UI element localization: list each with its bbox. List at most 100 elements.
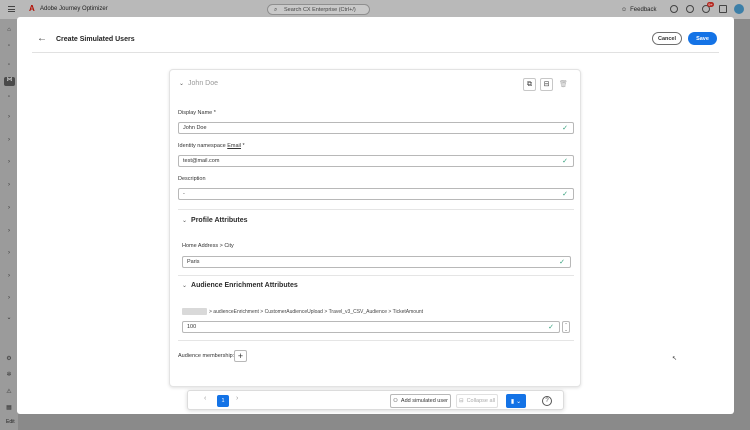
add-simulated-user-button[interactable]: ⚇ Add simulated user bbox=[390, 394, 451, 408]
cancel-button[interactable]: Cancel bbox=[652, 32, 682, 45]
chevron-right-icon[interactable]: › bbox=[6, 114, 12, 120]
nav-icon[interactable]: ▫ bbox=[6, 94, 12, 100]
notification-badge: 9+ bbox=[707, 2, 714, 7]
audience-attribute-path: > audienceEnrichment > CustomerAudienceU… bbox=[182, 308, 423, 315]
audience-enrichment-title: Audience Enrichment Attributes bbox=[191, 282, 298, 289]
delete-icon[interactable]: 🗑 bbox=[557, 78, 570, 91]
bottom-toolbar: ‹ 1 › ⚇ Add simulated user ⊟ Collapse al… bbox=[187, 390, 564, 410]
next-page-icon[interactable]: › bbox=[236, 395, 238, 402]
required-mark: * bbox=[242, 143, 245, 149]
nav-icon[interactable]: ▫ bbox=[6, 62, 12, 68]
chevron-right-icon[interactable]: › bbox=[6, 137, 12, 143]
simulated-user-card: ⌄ John Doe ⧉ ⊟ 🗑 Display Name * John Doe… bbox=[169, 69, 581, 387]
copy-settings-icon[interactable]: ⊟ bbox=[540, 78, 553, 91]
description-label: Description bbox=[178, 176, 206, 182]
number-stepper[interactable]: ⌃ ⌄ bbox=[562, 321, 570, 333]
search-placeholder: Search CX Enterprise (Ctrl+/) bbox=[284, 7, 356, 13]
ticket-amount-value: 100 bbox=[187, 324, 197, 330]
nav-icon[interactable]: ▫ bbox=[6, 43, 12, 49]
redacted-segment bbox=[182, 308, 207, 315]
global-search[interactable]: ⌕ Search CX Enterprise (Ctrl+/) bbox=[267, 4, 370, 15]
identity-field[interactable]: test@mail.com ✓ bbox=[178, 155, 574, 167]
stepper-down-icon[interactable]: ⌄ bbox=[563, 327, 569, 332]
page-title: Create Simulated Users bbox=[56, 36, 135, 43]
chevron-down-icon[interactable]: ⌄ bbox=[6, 315, 12, 321]
dialog-header: ← Create Simulated Users Cancel Save bbox=[32, 31, 719, 53]
journeys-icon[interactable]: ⋈ bbox=[4, 77, 15, 86]
feedback-button[interactable]: ☺ Feedback bbox=[621, 4, 659, 15]
display-name-label-text: Display Name bbox=[178, 110, 213, 116]
description-value: - bbox=[183, 191, 185, 197]
city-value: Paris bbox=[187, 259, 200, 265]
valid-check-icon: ✓ bbox=[562, 125, 568, 132]
add-membership-button[interactable]: + bbox=[234, 350, 247, 362]
chevron-right-icon[interactable]: › bbox=[6, 250, 12, 256]
user-card-header[interactable]: ⌄ John Doe bbox=[179, 80, 218, 87]
tools-icon[interactable]: ✲ bbox=[6, 372, 12, 378]
display-name-field[interactable]: John Doe ✓ bbox=[178, 122, 574, 134]
valid-check-icon: ✓ bbox=[562, 191, 568, 198]
help-icon[interactable] bbox=[686, 5, 694, 13]
collapse-all-label: Collapse all bbox=[466, 398, 496, 404]
chevron-down-icon[interactable]: ⌄ bbox=[179, 80, 184, 87]
profile-attributes-header[interactable]: ⌄ Profile Attributes bbox=[182, 217, 248, 224]
display-name-label: Display Name * bbox=[178, 110, 216, 116]
collapse-icon: ⊟ bbox=[458, 398, 464, 404]
card-toolbar: ⧉ ⊟ 🗑 bbox=[523, 78, 570, 91]
description-field[interactable]: - ✓ bbox=[178, 188, 574, 200]
avatar[interactable] bbox=[734, 4, 744, 14]
edit-label[interactable]: Edit bbox=[6, 419, 15, 425]
help-icon[interactable]: ? bbox=[542, 396, 552, 406]
current-page[interactable]: 1 bbox=[217, 395, 229, 407]
identity-label-text: Identity namespace bbox=[178, 143, 226, 149]
ticket-amount-field[interactable]: 100 ✓ bbox=[182, 321, 560, 333]
audience-enrichment-header[interactable]: ⌄ Audience Enrichment Attributes bbox=[182, 282, 298, 289]
identity-namespace-link[interactable]: Email bbox=[227, 143, 241, 149]
audience-membership-label: Audience membership: bbox=[178, 353, 235, 359]
divider bbox=[178, 209, 574, 210]
collapse-all-button[interactable]: ⊟ Collapse all bbox=[456, 394, 498, 408]
prev-page-icon[interactable]: ‹ bbox=[204, 395, 206, 402]
grid-icon[interactable]: ▦ bbox=[6, 405, 12, 411]
view-toggle-button[interactable]: ▮ ⌄ bbox=[506, 394, 526, 408]
chat-icon[interactable] bbox=[670, 5, 678, 13]
audience-attribute-path-text: > audienceEnrichment > CustomerAudienceU… bbox=[209, 308, 424, 315]
profile-attributes-title: Profile Attributes bbox=[191, 217, 248, 224]
add-user-icon: ⚇ bbox=[392, 398, 398, 404]
required-mark: * bbox=[213, 110, 216, 116]
menu-icon[interactable] bbox=[8, 6, 15, 12]
mouse-cursor-icon: ↖ bbox=[672, 356, 678, 362]
home-icon[interactable]: ⌂ bbox=[6, 27, 12, 33]
divider bbox=[178, 340, 574, 341]
city-field[interactable]: Paris ✓ bbox=[182, 256, 571, 268]
alert-icon[interactable]: ⚠ bbox=[6, 389, 12, 395]
adobe-logo-icon: A bbox=[29, 4, 35, 13]
chevron-right-icon[interactable]: › bbox=[6, 273, 12, 279]
chevron-right-icon[interactable]: › bbox=[6, 228, 12, 234]
identity-value: test@mail.com bbox=[183, 158, 220, 164]
feedback-label: Feedback bbox=[630, 6, 657, 13]
identity-label: Identity namespace Email * bbox=[178, 143, 245, 149]
back-arrow-icon[interactable]: ← bbox=[36, 33, 48, 45]
divider bbox=[178, 275, 574, 276]
left-rail: ⌂ ▫ ▫ ⋈ ▫ › › › › › › › › › ⌄ ⚙ ✲ ⚠ ▦ bbox=[0, 19, 18, 430]
gear-icon[interactable]: ⚙ bbox=[6, 356, 12, 362]
add-simulated-user-label: Add simulated user bbox=[400, 398, 449, 404]
search-icon: ⌕ bbox=[274, 7, 278, 13]
chevron-right-icon[interactable]: › bbox=[6, 182, 12, 188]
user-name: John Doe bbox=[188, 80, 218, 87]
duplicate-icon[interactable]: ⧉ bbox=[523, 78, 536, 91]
chevron-right-icon[interactable]: › bbox=[6, 295, 12, 301]
chevron-down-icon: ⌄ bbox=[182, 218, 188, 224]
feedback-icon: ☺ bbox=[621, 6, 628, 13]
chevron-down-icon: ⌄ bbox=[182, 283, 188, 289]
chevron-right-icon[interactable]: › bbox=[6, 205, 12, 211]
valid-check-icon: ✓ bbox=[559, 259, 565, 266]
valid-check-icon: ✓ bbox=[562, 158, 568, 165]
display-name-value: John Doe bbox=[183, 125, 207, 131]
valid-check-icon: ✓ bbox=[548, 324, 554, 331]
chevron-right-icon[interactable]: › bbox=[6, 159, 12, 165]
apps-grid-icon[interactable] bbox=[719, 5, 727, 13]
app-name: Adobe Journey Optimizer bbox=[40, 6, 108, 12]
save-button[interactable]: Save bbox=[688, 32, 717, 45]
